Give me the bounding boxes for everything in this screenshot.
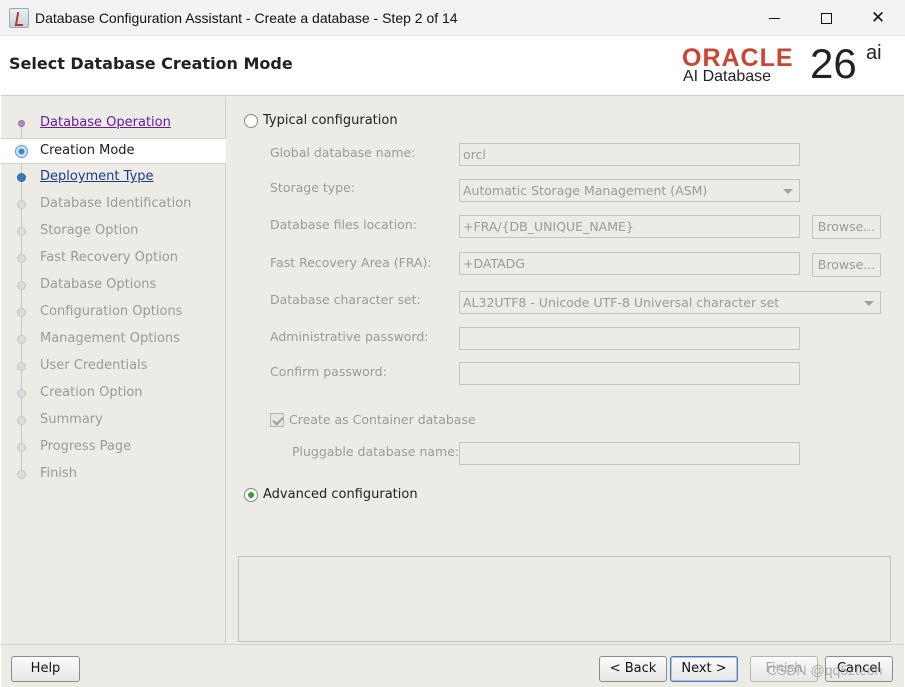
typical-config-radio[interactable] — [244, 114, 258, 128]
creation-mode-panel: Typical configuration Global database na… — [227, 97, 904, 645]
step-label: Creation Mode — [40, 143, 135, 158]
step-user-credentials: User Credentials — [1, 354, 226, 380]
confirm-password-label: Confirm password: — [270, 364, 387, 379]
step-label: Deployment Type — [40, 169, 154, 184]
page-title: Select Database Creation Mode — [9, 54, 293, 73]
storage-type-select[interactable]: Automatic Storage Management (ASM) — [459, 179, 800, 202]
step-label: Progress Page — [40, 439, 132, 454]
window-title: Database Configuration Assistant - Creat… — [35, 10, 458, 26]
step-pending-icon — [17, 227, 26, 236]
step-database-operation[interactable]: Database Operation — [1, 111, 226, 137]
container-db-label: Create as Container database — [289, 412, 476, 427]
step-pending-icon — [17, 308, 26, 317]
step-pending-icon — [17, 362, 26, 371]
global-db-name-field[interactable]: orcl — [459, 143, 800, 166]
brand-version-suffix: ai — [866, 42, 882, 64]
fra-label: Fast Recovery Area (FRA): — [270, 255, 432, 270]
step-label: Fast Recovery Option — [40, 250, 179, 265]
step-label: Database Options — [40, 277, 157, 292]
step-visited-icon — [18, 120, 25, 127]
title-bar: Database Configuration Assistant - Creat… — [0, 0, 905, 36]
charset-select[interactable]: AL32UTF8 - Unicode UTF-8 Universal chara… — [459, 291, 881, 314]
step-pending-icon — [17, 470, 26, 479]
step-creation-option: Creation Option — [1, 381, 226, 407]
next-button[interactable]: Next > — [670, 656, 738, 682]
fra-field[interactable]: +DATADG — [459, 252, 800, 275]
step-pending-icon — [17, 254, 26, 263]
maximize-icon — [820, 12, 832, 24]
global-db-name-label: Global database name: — [270, 145, 416, 160]
step-label: Configuration Options — [40, 304, 183, 319]
step-label: Database Identification — [40, 196, 192, 211]
close-button[interactable]: ✕ — [852, 0, 904, 36]
step-summary: Summary — [1, 408, 226, 434]
step-pending-icon — [17, 335, 26, 344]
db-files-location-label: Database files location: — [270, 217, 417, 232]
step-deployment-type[interactable]: Deployment Type — [1, 165, 226, 191]
pdb-name-label: Pluggable database name: — [292, 444, 460, 459]
help-button[interactable]: Help — [11, 656, 80, 682]
storage-type-label: Storage type: — [270, 180, 356, 195]
step-creation-mode[interactable]: Creation Mode — [1, 138, 226, 164]
container-db-checkbox[interactable] — [270, 413, 284, 427]
step-pending-icon — [17, 281, 26, 290]
brand-version: 26 — [810, 40, 857, 87]
minimize-button[interactable] — [748, 0, 800, 36]
step-label: Creation Option — [40, 385, 143, 400]
close-icon: ✕ — [870, 8, 886, 28]
step-label: Database Operation — [40, 115, 171, 130]
step-pending-icon — [17, 389, 26, 398]
step-storage-option: Storage Option — [1, 219, 226, 245]
step-fast-recovery-option: Fast Recovery Option — [1, 246, 226, 272]
minimize-icon — [768, 17, 780, 19]
step-pending-icon — [17, 443, 26, 452]
typical-config-label[interactable]: Typical configuration — [263, 113, 398, 128]
step-finish: Finish — [1, 462, 226, 488]
wizard-steps-sidebar: Database Operation Creation Mode Deploym… — [1, 97, 226, 645]
step-pending-icon — [17, 200, 26, 209]
db-files-location-field[interactable]: +FRA/{DB_UNIQUE_NAME} — [459, 215, 800, 238]
step-label: Storage Option — [40, 223, 139, 238]
watermark: CSDN @qq5zteoh — [767, 662, 883, 678]
charset-label: Database character set: — [270, 292, 421, 307]
step-database-options: Database Options — [1, 273, 226, 299]
page-header: Select Database Creation Mode ORACLE AI … — [1, 36, 904, 96]
step-label: Management Options — [40, 331, 180, 346]
maximize-button[interactable] — [800, 0, 852, 36]
brand-subtitle: AI Database — [683, 68, 772, 85]
step-pending-icon — [17, 416, 26, 425]
step-current-icon — [15, 145, 28, 158]
step-label: User Credentials — [40, 358, 148, 373]
fra-browse-button[interactable]: Browse... — [812, 253, 881, 277]
message-area — [238, 556, 891, 642]
admin-password-field[interactable] — [459, 327, 800, 350]
step-database-identification: Database Identification — [1, 192, 226, 218]
admin-password-label: Administrative password: — [270, 329, 429, 344]
advanced-config-radio[interactable] — [244, 488, 258, 502]
step-progress-page: Progress Page — [1, 435, 226, 461]
step-label: Summary — [40, 412, 103, 427]
step-next-icon — [17, 173, 26, 182]
step-configuration-options: Configuration Options — [1, 300, 226, 326]
java-app-icon — [9, 8, 29, 28]
back-button[interactable]: < Back — [599, 656, 667, 682]
db-files-browse-button[interactable]: Browse... — [812, 215, 881, 239]
confirm-password-field[interactable] — [459, 362, 800, 385]
advanced-config-label[interactable]: Advanced configuration — [263, 487, 418, 502]
step-label: Finish — [40, 466, 78, 481]
pdb-name-field[interactable] — [459, 442, 800, 465]
step-management-options: Management Options — [1, 327, 226, 353]
